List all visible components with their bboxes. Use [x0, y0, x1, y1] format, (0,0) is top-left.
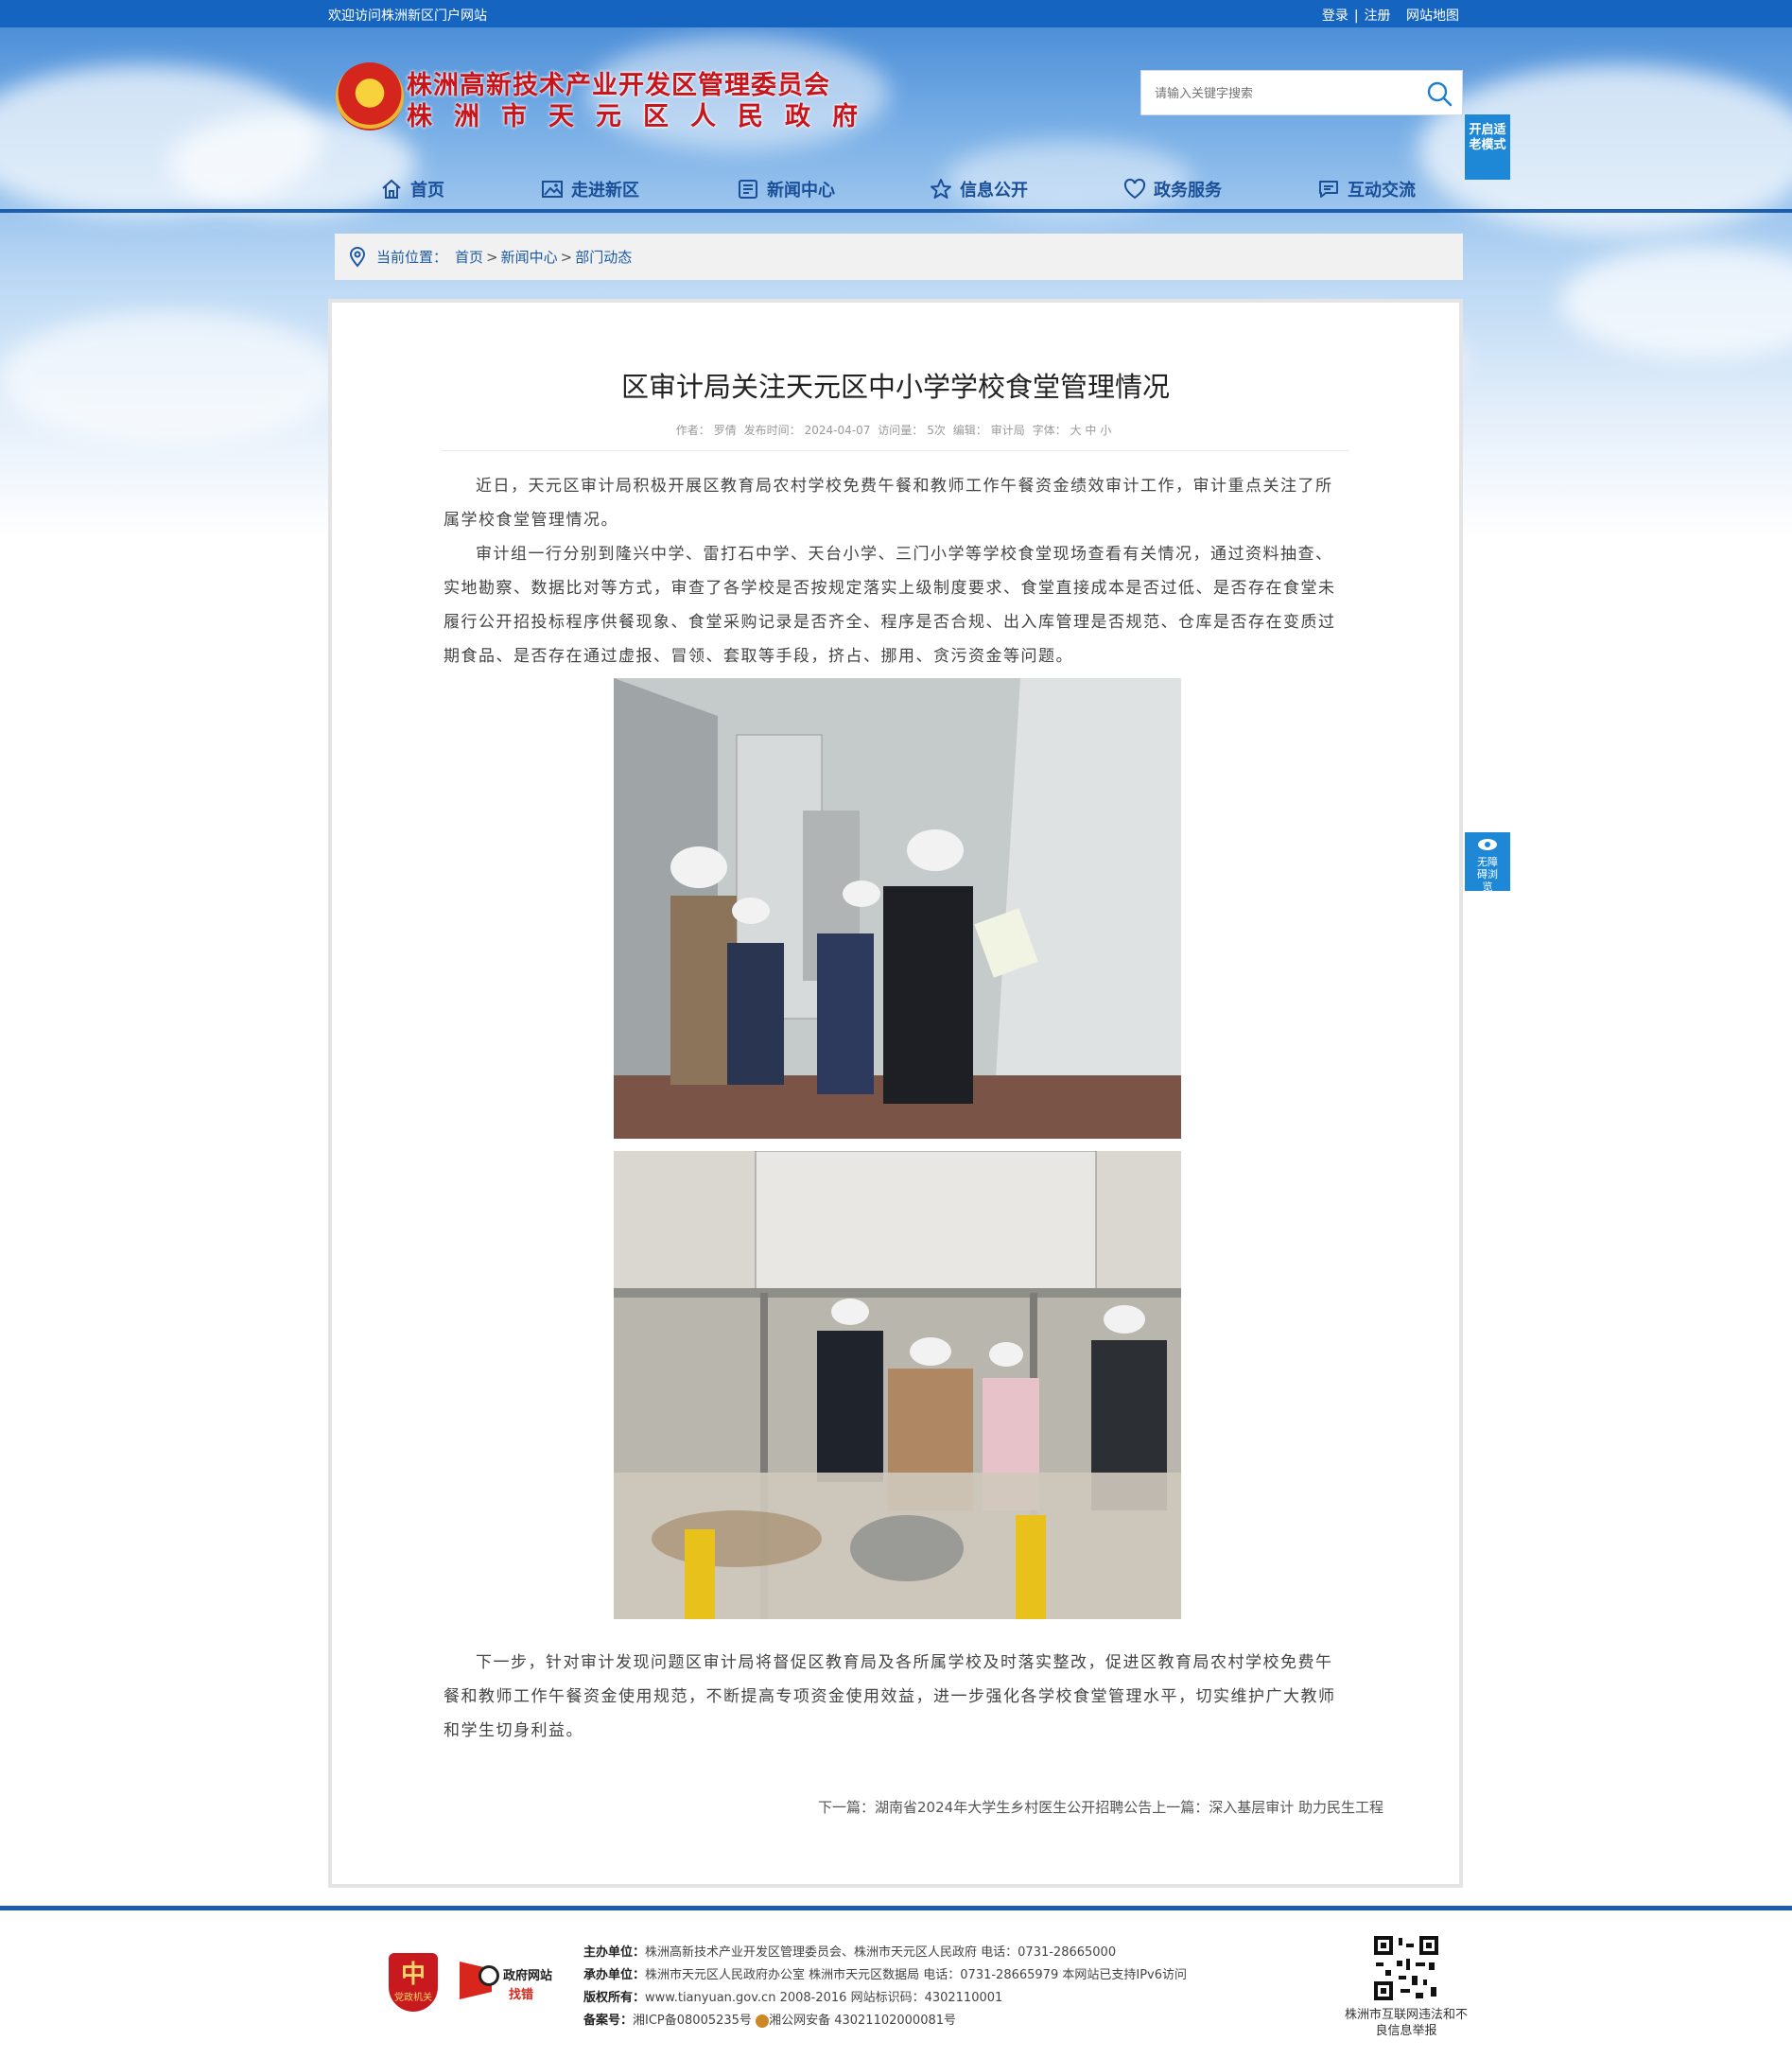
accessible-browse-button[interactable]: 无障碍浏览: [1465, 832, 1510, 893]
views-label: 访问量：: [878, 424, 924, 437]
next-label: 下一篇：: [818, 1799, 876, 1816]
police-badge-icon: [756, 2014, 770, 2028]
police-record-link[interactable]: 湘公网安备 43021102000081号: [769, 2014, 956, 2028]
footer-copyright: 版权所有：www.tianyuan.gov.cn 2008-2016 网站标识码…: [583, 1991, 1003, 2005]
footer-record: 备案号：湘ICP备08005235号 湘公网安备 43021102000081号: [583, 2014, 957, 2028]
article-paragraph: 下一步，针对审计发现问题区审计局将督促区教育局及各所属学校及时落实整改，促进区教…: [444, 1653, 1336, 1740]
font-size-label: 字体：: [1032, 424, 1067, 437]
qr-caption: 株洲市互联网违法和不良信息举报: [1344, 2008, 1468, 2038]
nav-label: 互动交流: [1348, 181, 1416, 201]
footer: [0, 1910, 1792, 2058]
article-photo-inspection-corridor: [614, 678, 1181, 1139]
breadcrumb-separator: >: [486, 248, 498, 266]
breadcrumb: 当前位置： 首页 > 新闻中心 > 部门动态: [335, 234, 1463, 280]
magnifier-icon: [478, 1965, 499, 1986]
breadcrumb-prefix: 当前位置：: [376, 249, 448, 266]
editor-label: 编辑：: [952, 424, 987, 437]
home-icon: [382, 179, 401, 199]
badge-emblem-char: 中: [400, 1961, 426, 1989]
breadcrumb-news[interactable]: 新闻中心: [501, 247, 558, 267]
article-paragraph: 审计组一行分别到隆兴中学、雷打石中学、天台小学、三门小学等学校食堂现场查看有关情…: [444, 545, 1336, 666]
breadcrumb-separator: >: [560, 248, 573, 266]
qr-code-icon: [1372, 1934, 1440, 2002]
article-navigation: 下一篇：湖南省2024年大学生乡村医生公开招聘公告上一篇：深入基层审计 助力民生…: [818, 1797, 1383, 1817]
header-divider: [0, 209, 1792, 213]
welcome-text: 欢迎访问株洲新区门户网站: [328, 9, 487, 24]
badge-line1: 政府网站: [503, 1969, 553, 1983]
icp-link[interactable]: 湘ICP备08005235号: [633, 2014, 752, 2028]
footer-organizer: 承办单位：株洲市天元区人民政府办公室 株洲市天元区数据局 电话：0731-286…: [583, 1968, 1187, 1982]
breadcrumb-department[interactable]: 部门动态: [575, 247, 632, 267]
star-icon: [931, 179, 951, 199]
date-label: 发布时间：: [743, 424, 801, 437]
next-article-link[interactable]: 湖南省2024年大学生乡村医生公开招聘公告: [875, 1799, 1152, 1816]
nav-item-interaction[interactable]: 互动交流: [1317, 170, 1416, 208]
breadcrumb-home[interactable]: 首页: [455, 247, 483, 267]
article-photo-kitchen-inspection: [614, 1151, 1181, 1619]
nav-item-news[interactable]: 新闻中心: [737, 170, 835, 208]
heart-hands-icon: [1123, 178, 1146, 200]
article-container: 区审计局关注天元区中小学学校食堂管理情况 作者： 罗倩 发布时间： 2024-04-…: [328, 299, 1463, 1888]
nav-label: 首页: [410, 181, 444, 201]
login-link[interactable]: 登录: [1322, 9, 1348, 24]
account-links: 登录 | 注册 网站地图: [1321, 9, 1459, 24]
top-bar: 欢迎访问株洲新区门户网站 登录 | 注册 网站地图: [0, 0, 1792, 27]
nav-label: 新闻中心: [767, 181, 835, 201]
gov-site-error-report-badge[interactable]: 政府网站 找错: [460, 1960, 554, 2005]
author-value: 罗倩: [713, 424, 737, 437]
eye-icon: [1478, 839, 1497, 850]
accessible-browse-label: 无障碍浏览: [1477, 856, 1498, 893]
nav-item-info-disclosure[interactable]: 信息公开: [930, 170, 1028, 208]
footer-sponsor: 主办单位：株洲高新技术产业开发区管理委员会、株洲市天元区人民政府 电话：0731…: [583, 1945, 1117, 1960]
site-title-line2: 株洲市天元区人民政府: [407, 102, 879, 131]
article-paragraph: 近日，天元区审计局积极开展区教育局农村学校免费午餐和教师工作午餐资金绩效审计工作…: [444, 477, 1333, 530]
nav-label: 信息公开: [960, 181, 1028, 201]
views-value: 5次: [927, 424, 946, 437]
sitemap-link[interactable]: 网站地图: [1406, 9, 1459, 24]
meta-divider: [442, 450, 1349, 451]
nav-item-home[interactable]: 首页: [380, 170, 444, 208]
article-meta: 作者： 罗倩 发布时间： 2024-04-07 访问量： 5次 编辑： 审计局 字体：大…: [332, 422, 1459, 438]
search-input[interactable]: [1155, 82, 1410, 105]
picture-icon: [542, 181, 563, 198]
register-link[interactable]: 注册: [1365, 9, 1391, 24]
nav-item-services[interactable]: 政务服务: [1123, 170, 1222, 208]
author-label: 作者：: [675, 424, 710, 437]
badge-line2: 找错: [509, 1988, 534, 2002]
prev-article-link[interactable]: 深入基层审计 助力民生工程: [1209, 1799, 1383, 1816]
nav-label: 政务服务: [1154, 181, 1222, 201]
party-government-badge[interactable]: 中 党政机关: [389, 1953, 438, 2012]
nav-label: 走进新区: [571, 181, 639, 201]
editor-value: 审计局: [990, 424, 1025, 437]
chat-icon: [1319, 181, 1338, 198]
location-pin-icon: [349, 246, 366, 268]
newspaper-icon: [739, 180, 757, 199]
nav-item-about[interactable]: 走进新区: [541, 170, 639, 208]
national-emblem-logo[interactable]: ★: [336, 62, 404, 131]
search-box: [1140, 70, 1463, 115]
date-value: 2024-04-07: [804, 424, 871, 437]
prev-label: 上一篇：: [1152, 1799, 1209, 1816]
search-icon[interactable]: [1426, 80, 1453, 107]
main-nav: 首页 走进新区 新闻中心 信息公开 政务服务 互动交流: [0, 170, 1792, 208]
font-size-options[interactable]: 大 中 小: [1070, 424, 1112, 437]
badge-label: 党政机关: [394, 1993, 432, 2003]
article-title: 区审计局关注天元区中小学学校食堂管理情况: [620, 371, 1170, 403]
